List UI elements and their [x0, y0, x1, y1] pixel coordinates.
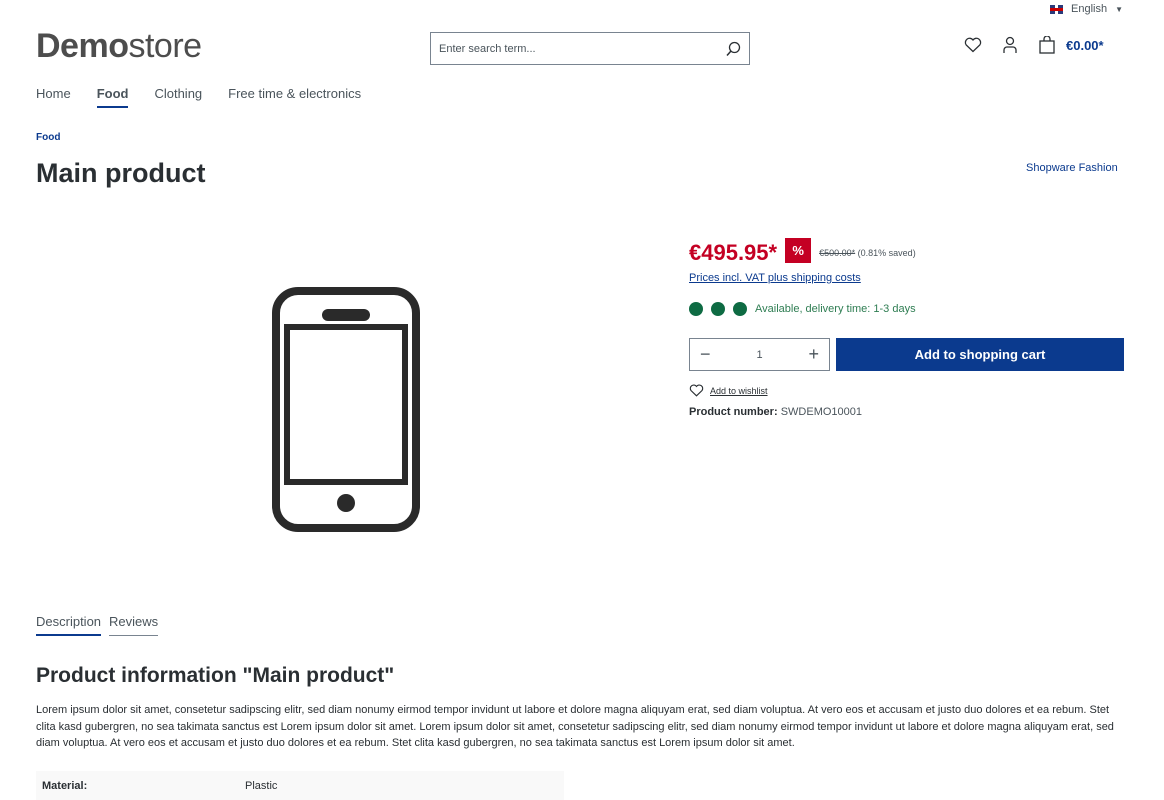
caret-down-icon: ▼	[1115, 4, 1123, 14]
old-price-info: €500.00* (0.81% saved)	[819, 248, 916, 258]
product-tabs: Description Reviews	[36, 614, 159, 636]
add-to-wishlist-button[interactable]: Add to wishlist	[689, 384, 768, 397]
wishlist-label: Add to wishlist	[710, 385, 768, 396]
store-logo[interactable]: Demostore	[36, 28, 202, 64]
product-price: €495.95*	[689, 240, 778, 265]
nav-item-free-time-electronics[interactable]: Free time & electronics	[228, 86, 361, 108]
product-number-label: Product number:	[689, 406, 778, 418]
language-label: English	[1071, 3, 1108, 15]
old-price: €500.00*	[819, 248, 856, 258]
manufacturer-link[interactable]: Shopware Fashion	[1026, 162, 1118, 174]
property-key: Material:	[42, 779, 88, 792]
tab-description[interactable]: Description	[36, 614, 102, 636]
nav-item-home[interactable]: Home	[36, 86, 71, 108]
quantity-stepper[interactable]: − 1 +	[689, 338, 830, 371]
description-text: Lorem ipsum dolor sit amet, consetetur s…	[36, 704, 1114, 749]
nav-item-clothing[interactable]: Clothing	[154, 86, 202, 108]
nav-item-food[interactable]: Food	[96, 86, 129, 108]
quantity-value[interactable]: 1	[756, 349, 762, 361]
account-icon[interactable]	[1002, 36, 1018, 54]
discount-badge: %	[785, 237, 812, 263]
property-value: Plastic	[245, 779, 278, 792]
plus-icon[interactable]: +	[808, 344, 819, 365]
price-block: €495.95* % €500.00* (0.81% saved)	[689, 237, 916, 266]
minus-icon[interactable]: −	[700, 344, 711, 365]
product-number-value: SWDEMO10001	[780, 406, 862, 418]
saved-percentage: (0.81% saved)	[857, 248, 916, 258]
language-switcher[interactable]: English ▼	[1050, 3, 1123, 15]
cart-total: €0.00*	[1066, 37, 1104, 53]
availability-dot-icon	[733, 302, 747, 316]
product-number: Product number: SWDEMO10001	[689, 406, 862, 418]
breadcrumb[interactable]: Food	[36, 132, 60, 143]
search-icon[interactable]	[725, 41, 741, 57]
heart-icon	[689, 384, 704, 397]
main-navigation: Home Food Clothing Free time & electroni…	[36, 86, 361, 108]
product-image-phone-icon[interactable]	[272, 287, 420, 532]
page-title: Main product	[36, 158, 206, 188]
availability-dot-icon	[711, 302, 725, 316]
uk-flag-icon	[1050, 4, 1063, 14]
logo-light: store	[128, 27, 202, 65]
availability-text: Available, delivery time: 1-3 days	[755, 303, 916, 315]
tab-reviews[interactable]: Reviews	[109, 614, 159, 636]
wishlist-heart-icon[interactable]	[964, 37, 982, 53]
properties-row: Material: Plastic	[36, 771, 564, 800]
availability: Available, delivery time: 1-3 days	[689, 302, 916, 316]
search-placeholder: Enter search term...	[439, 42, 536, 55]
logo-bold: Demo	[36, 27, 129, 65]
shopping-bag-icon	[1039, 36, 1055, 54]
availability-dot-icon	[689, 302, 703, 316]
search-input[interactable]: Enter search term...	[430, 32, 750, 65]
add-to-cart-button[interactable]: Add to shopping cart	[836, 338, 1124, 371]
description-heading: Product information "Main product"	[36, 664, 395, 687]
cart-button[interactable]: €0.00*	[1038, 36, 1104, 54]
vat-shipping-link[interactable]: Prices incl. VAT plus shipping costs	[689, 272, 861, 284]
